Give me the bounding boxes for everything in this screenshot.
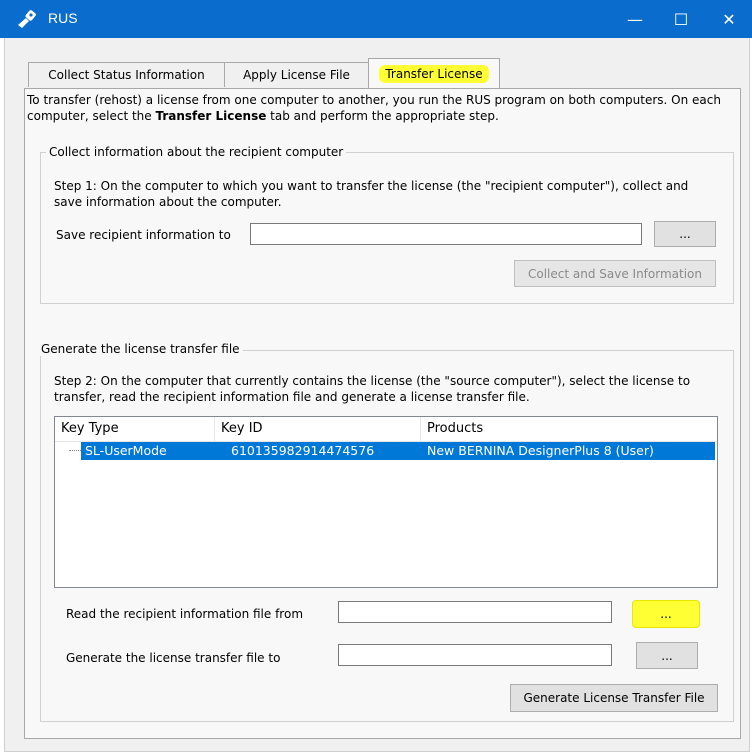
save-recipient-label: Save recipient information to [56, 228, 231, 242]
tab-transfer-license[interactable]: Transfer License [368, 58, 500, 88]
tab-apply-license[interactable]: Apply License File [224, 62, 368, 87]
save-recipient-browse-button[interactable]: ... [654, 221, 716, 247]
column-header-key-id[interactable]: Key ID [215, 417, 421, 441]
transfer-group-title: Generate the license transfer file [38, 342, 243, 356]
collect-save-button[interactable]: Collect and Save Information [514, 260, 716, 287]
browse-label: ... [660, 607, 672, 621]
generate-transfer-input[interactable] [338, 644, 612, 666]
intro-text-part2: tab and perform the appropriate step. [266, 109, 499, 123]
tab-label: Transfer License [379, 65, 489, 83]
window-title: RUS [48, 10, 78, 26]
generate-transfer-browse-button[interactable]: ... [636, 642, 698, 669]
close-button[interactable]: ✕ [706, 0, 752, 38]
cell-key-type: SL-UserMode [85, 443, 167, 458]
table-row[interactable]: SL-UserMode 610135982914474576 New BERNI… [55, 442, 717, 460]
generate-button-label: Generate License Transfer File [523, 691, 705, 705]
tree-connector [69, 450, 81, 451]
title-bar: RUS — ☐ ✕ [0, 0, 752, 38]
app-key-icon [18, 10, 36, 28]
column-header-key-type[interactable]: Key Type [55, 417, 215, 441]
maximize-icon: ☐ [673, 9, 689, 29]
step1-text: Step 1: On the computer to which you wan… [54, 179, 689, 209]
close-icon: ✕ [722, 9, 736, 29]
minimize-icon: — [627, 9, 643, 29]
tab-label: Apply License File [243, 68, 350, 82]
collect-save-label: Collect and Save Information [527, 266, 702, 281]
generate-license-transfer-button[interactable]: Generate License Transfer File [510, 684, 718, 712]
step2-text: Step 2: On the computer that currently c… [54, 374, 691, 404]
generate-transfer-label: Generate the license transfer file to [66, 651, 281, 665]
minimize-button[interactable]: — [612, 0, 658, 38]
intro-text-bold: Transfer License [155, 109, 267, 123]
save-recipient-input[interactable] [250, 223, 642, 245]
cell-key-id: 610135982914474576 [231, 443, 375, 458]
recipient-group-title: Collect information about the recipient … [46, 145, 347, 159]
read-recipient-label: Read the recipient information file from [66, 607, 304, 621]
intro-text: To transfer (rehost) a license from one … [27, 92, 737, 124]
maximize-button[interactable]: ☐ [658, 0, 704, 38]
tab-label: Collect Status Information [48, 68, 205, 82]
list-header: Key Type Key ID Products [55, 417, 717, 442]
license-list[interactable]: Key Type Key ID Products SL-UserMode 610… [54, 416, 718, 588]
cell-product: New BERNINA DesignerPlus 8 (User) [427, 443, 654, 458]
column-header-products[interactable]: Products [421, 417, 717, 441]
read-recipient-browse-button[interactable]: ... [632, 600, 700, 628]
read-recipient-input[interactable] [338, 601, 612, 623]
browse-label: ... [679, 227, 691, 241]
browse-label: ... [661, 648, 673, 663]
tab-collect-status[interactable]: Collect Status Information [28, 62, 224, 87]
